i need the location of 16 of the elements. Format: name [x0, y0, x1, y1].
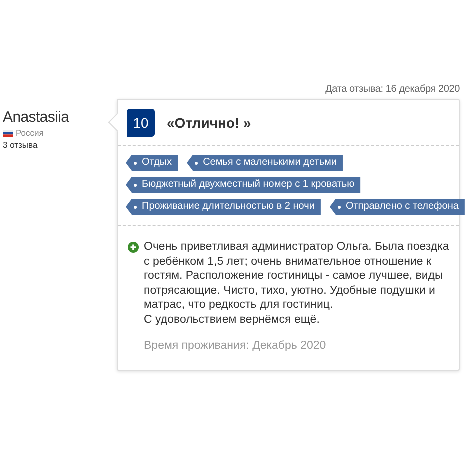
reviewer-country: Россия: [16, 128, 44, 138]
review-text: Очень приветливая администратор Ольга. Была поездка с ребёнком 1,5 лет; очень внимательное отношение к гостям. Расположение гостиницы - самое лучшее, виды потрясающие. Чисто, тихо, уютно. Удобные подушки и матрас, что редкость для гостиниц.: [144, 240, 450, 313]
reviewer-name: Anastasiia: [3, 109, 70, 126]
score-badge: 10: [127, 109, 155, 137]
review-text: С удовольствием вернёмся ещё.: [144, 312, 321, 328]
review-tag: Отдых: [126, 155, 178, 171]
flag-icon: [3, 130, 13, 136]
review-date: Дата отзыва: 16 декабря 2020: [326, 84, 460, 95]
review-tag: Проживание длительностью в 2 ночи: [126, 199, 321, 215]
plus-icon: [128, 242, 139, 253]
review-count: 3 отзыва: [3, 140, 39, 150]
review-title: «Отлично! »: [167, 115, 252, 131]
stay-period: Время проживания: Декабрь 2020: [144, 340, 328, 352]
review-tag: Отправлено с телефона: [330, 199, 465, 215]
review-tag: Семья с маленькими детьми: [187, 155, 343, 171]
review-tag: Бюджетный двухместный номер с 1 кроватью: [126, 177, 361, 193]
